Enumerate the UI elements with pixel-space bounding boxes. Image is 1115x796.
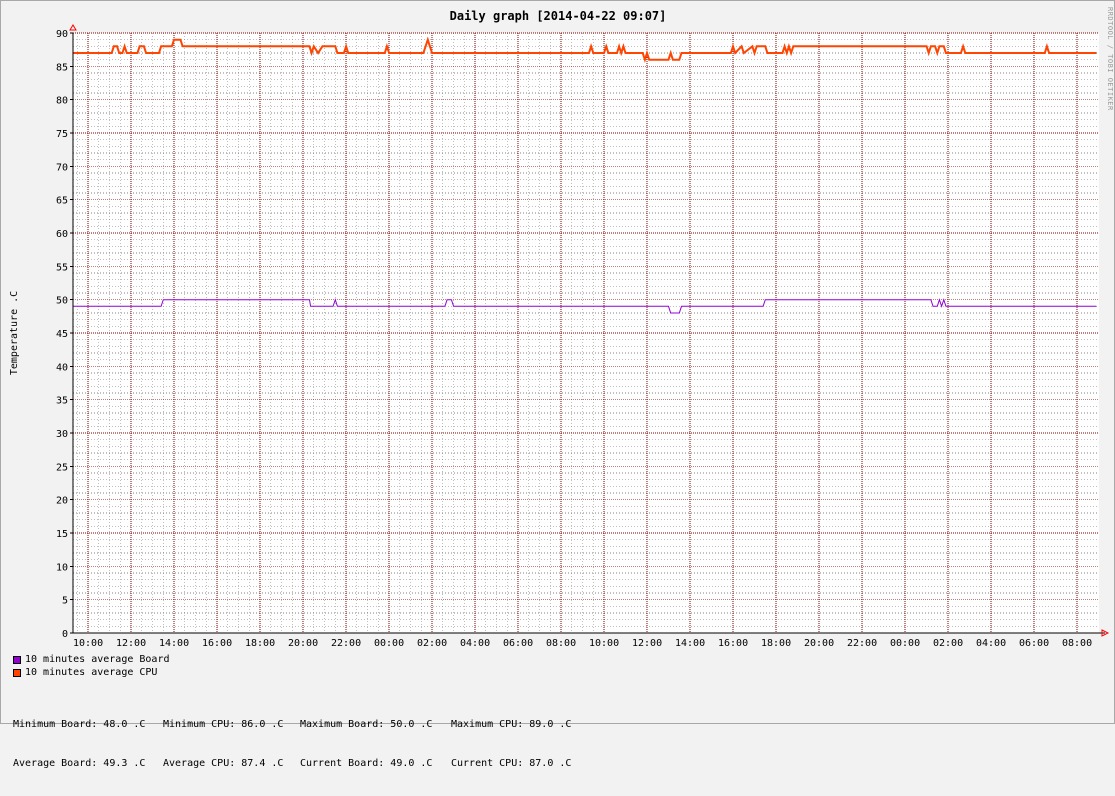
stat-maximum-cpu: Maximum CPU: 89.0 .C [451,719,572,730]
y-tick-label: 30 [56,429,68,440]
x-tick-label: 18:00 [245,638,275,649]
y-tick-label: 55 [56,262,68,273]
y-tick-label: 15 [56,529,68,540]
x-tick-label: 00:00 [890,638,920,649]
x-tick-label: 16:00 [202,638,232,649]
legend-item-cpu: 10 minutes average CPU [13,666,170,679]
x-tick-label: 04:00 [460,638,490,649]
x-tick-label: 14:00 [159,638,189,649]
y-axis-label: Temperature .C [9,291,20,375]
stats-row-1: Minimum Board: 48.0 .C Minimum CPU: 86.0… [13,718,591,731]
x-tick-label: 22:00 [331,638,361,649]
y-tick-label: 5 [62,596,68,607]
legend-swatch-board [13,655,21,664]
y-tick-label: 20 [56,496,68,507]
x-tick-label: 02:00 [933,638,963,649]
legend-label-board: 10 minutes average Board [25,654,170,665]
y-tick-label: 0 [62,629,68,640]
stats-row-2: Average Board: 49.3 .C Average CPU: 87.4… [13,757,591,770]
rrdtool-credit: RRDTOOL / TOBI OETIKER [1106,7,1114,111]
y-tick-label: 85 [56,62,68,73]
x-tick-label: 20:00 [804,638,834,649]
y-tick-label: 40 [56,362,68,373]
x-tick-label: 00:00 [374,638,404,649]
stat-minimum-cpu: Minimum CPU: 86.0 .C [163,719,284,730]
y-tick-label: 10 [56,562,68,573]
graph-frame: Daily graph [2014-04-22 09:07] Temperatu… [0,0,1115,769]
plot-area: 10:00 12:00 14:00 16:00 18:00 20:00 22:00 00:00… [56,24,1110,649]
y-tick-label: 70 [56,162,68,173]
stat-minimum-board: Minimum Board: 48.0 .C [13,719,146,730]
legend-swatch-cpu [13,668,21,677]
x-tick-label: 10:00 [73,638,103,649]
y-tick-label: 75 [56,129,68,140]
x-tick-label: 06:00 [503,638,533,649]
y-tick-label: 90 [56,29,68,40]
x-tick-label: 20:00 [288,638,318,649]
x-tick-label: 12:00 [116,638,146,649]
y-tick-label: 35 [56,396,68,407]
x-tick-label: 12:00 [632,638,662,649]
x-tick-label: 02:00 [417,638,447,649]
y-tick-label: 50 [56,296,68,307]
x-tick-label: 08:00 [1062,638,1092,649]
chart-title: Daily graph [2014-04-22 09:07] [450,9,667,23]
y-tick-label: 25 [56,462,68,473]
x-tick-label: 16:00 [718,638,748,649]
chart: Daily graph [2014-04-22 09:07] Temperatu… [9,9,1110,649]
y-axis-arrow-icon [69,24,77,31]
stat-current-board: Current Board: 49.0 .C [300,758,433,769]
y-tick-label: 80 [56,96,68,107]
x-tick-label: 04:00 [976,638,1006,649]
x-tick-label: 22:00 [847,638,877,649]
legend: 10 minutes average Board 10 minutes aver… [13,653,170,679]
y-tick-label: 45 [56,329,68,340]
x-tick-label: 14:00 [675,638,705,649]
y-tick-label: 65 [56,196,68,207]
stat-maximum-board: Maximum Board: 50.0 .C [300,719,433,730]
legend-item-board: 10 minutes average Board [13,653,170,666]
x-tick-label: 10:00 [589,638,619,649]
stat-current-cpu: Current CPU: 87.0 .C [451,758,572,769]
stat-average-board: Average Board: 49.3 .C [13,758,146,769]
x-tick-label: 18:00 [761,638,791,649]
legend-label-cpu: 10 minutes average CPU [25,667,158,678]
stat-average-cpu: Average CPU: 87.4 .C [163,758,284,769]
x-tick-label: 06:00 [1019,638,1049,649]
x-tick-label: 08:00 [546,638,576,649]
statistics: Minimum Board: 48.0 .C Minimum CPU: 86.0… [13,692,591,796]
y-tick-label: 60 [56,229,68,240]
